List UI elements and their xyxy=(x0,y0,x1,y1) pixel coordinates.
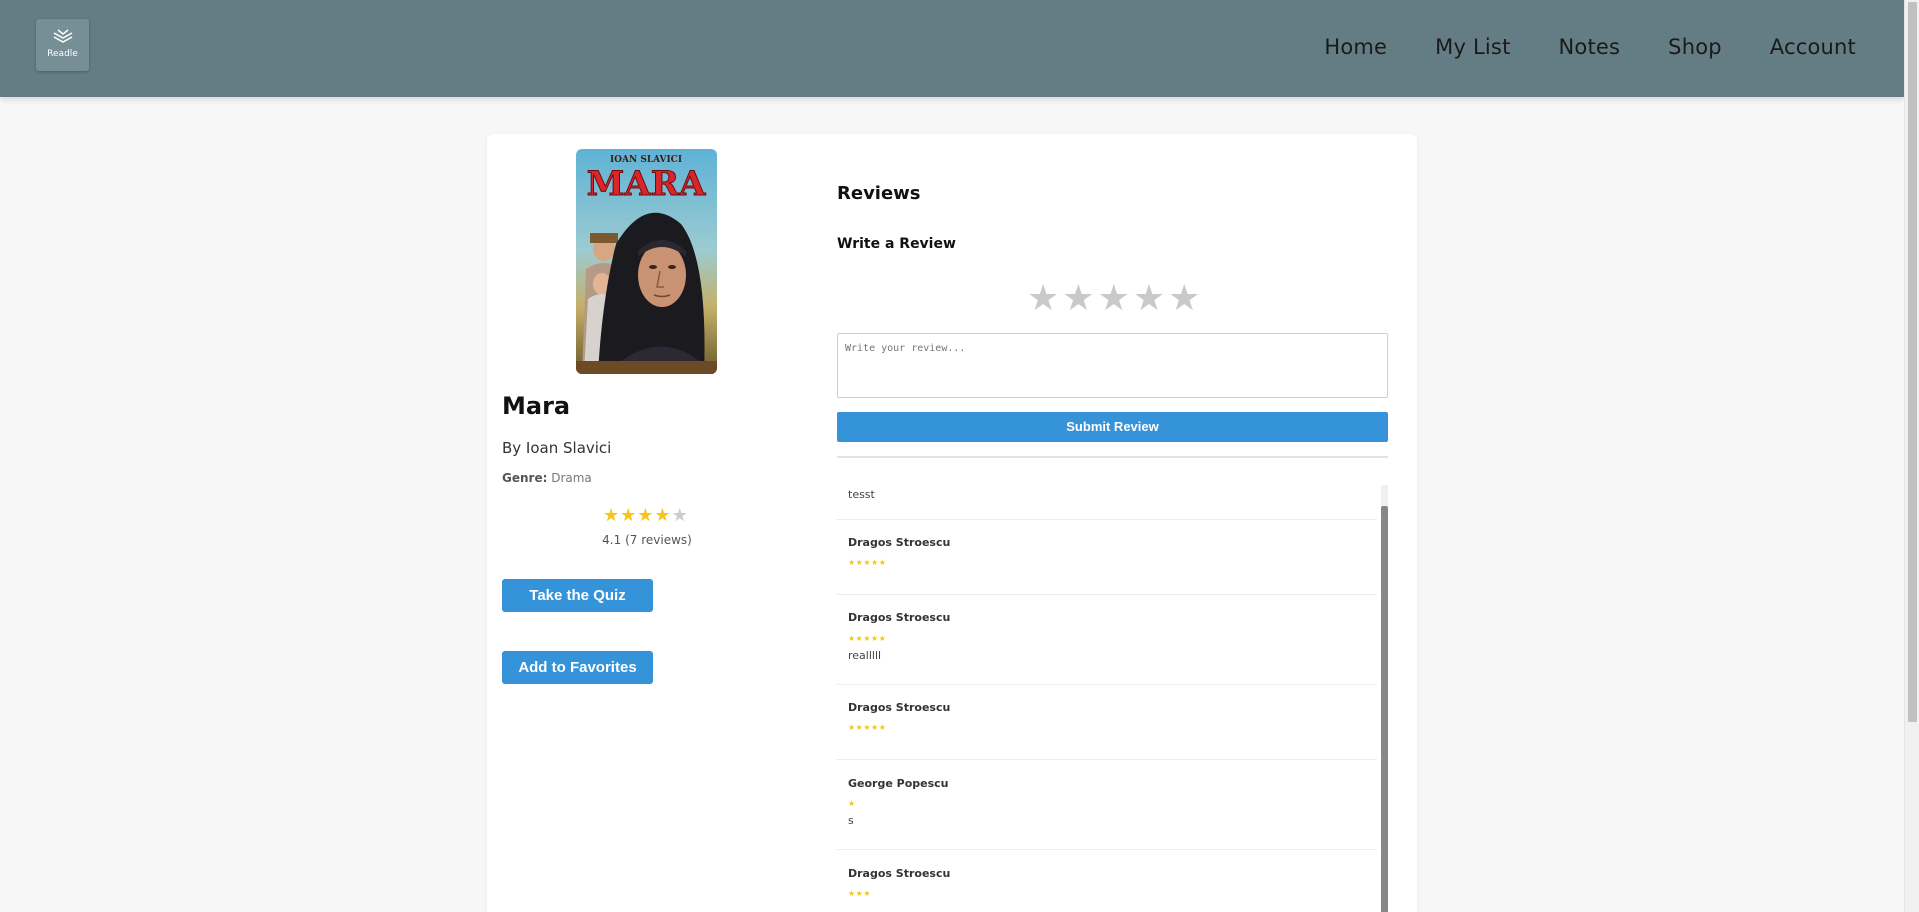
average-rating-stars: ★★★★★ xyxy=(603,505,689,526)
rating-summary: 4.1 (7 reviews) xyxy=(602,533,692,547)
reviews-scrollbar-thumb[interactable] xyxy=(1381,506,1388,912)
review-stars: ★★★ xyxy=(848,889,872,898)
nav-account[interactable]: Account xyxy=(1770,35,1856,59)
star-picker-5-icon[interactable]: ★ xyxy=(1168,278,1203,319)
top-navigation-bar: Readle Home My List Notes Shop Account xyxy=(0,0,1904,97)
book-icon xyxy=(53,29,73,43)
nav-my-list[interactable]: My List xyxy=(1435,35,1510,59)
review-stars: ★★★★★ xyxy=(848,723,887,732)
review-text: realllll xyxy=(848,649,882,662)
star-icon: ★ xyxy=(603,505,621,526)
review-textarea[interactable] xyxy=(837,333,1388,398)
logo-text: Readle xyxy=(47,49,78,59)
reviews-scrollbar[interactable] xyxy=(1381,485,1388,912)
star-picker-3-icon[interactable]: ★ xyxy=(1098,278,1133,319)
reviewer-name: Dragos Stroescu xyxy=(848,867,951,880)
star-picker-1-icon[interactable]: ★ xyxy=(1027,278,1062,319)
book-title: Mara xyxy=(502,392,571,420)
review-text: s xyxy=(848,814,854,827)
reviewer-name: Dragos Stroescu xyxy=(848,701,951,714)
review-item: Dragos Stroescu ★★★ xyxy=(837,850,1377,912)
divider xyxy=(837,456,1388,458)
review-stars: ★★★★★ xyxy=(848,558,887,567)
book-detail-card: IOAN SLAVICI MARA Mara By Ioan Slavici G… xyxy=(487,134,1417,912)
page-scrollbar-thumb[interactable] xyxy=(1908,2,1917,722)
rating-picker: ★★★★★ xyxy=(1027,278,1203,319)
main-nav: Home My List Notes Shop Account xyxy=(1324,35,1856,59)
nav-home[interactable]: Home xyxy=(1324,35,1387,59)
reviewer-name: George Popescu xyxy=(848,777,949,790)
review-item: Dragos Stroescu ★★★★★ realllll xyxy=(837,595,1377,685)
readle-logo[interactable]: Readle xyxy=(36,19,89,71)
reviewer-name: Dragos Stroescu xyxy=(848,611,951,624)
star-picker-4-icon[interactable]: ★ xyxy=(1133,278,1168,319)
add-to-favorites-button[interactable]: Add to Favorites xyxy=(502,651,653,684)
genre-label: Genre: xyxy=(502,471,548,485)
star-icon: ★ xyxy=(671,505,689,526)
review-item: Dragos Stroescu ★★★★★ xyxy=(837,520,1377,595)
page-scrollbar[interactable] xyxy=(1904,0,1919,912)
genre-value: Drama xyxy=(551,471,592,485)
review-item: George Popescu ★ s xyxy=(837,760,1377,850)
write-review-heading: Write a Review xyxy=(837,236,956,252)
review-stars: ★★★★★ xyxy=(848,634,887,643)
star-picker-2-icon[interactable]: ★ xyxy=(1062,278,1097,319)
reviews-list[interactable]: tesst Dragos Stroescu ★★★★★ Dragos Stroe… xyxy=(837,478,1388,912)
star-icon: ★ xyxy=(654,505,672,526)
submit-review-button[interactable]: Submit Review xyxy=(837,412,1388,442)
star-icon: ★ xyxy=(637,505,655,526)
take-quiz-button[interactable]: Take the Quiz xyxy=(502,579,653,612)
review-item: tesst xyxy=(837,478,1377,520)
star-icon: ★ xyxy=(620,505,638,526)
nav-notes[interactable]: Notes xyxy=(1559,35,1621,59)
book-author: By Ioan Slavici xyxy=(502,439,612,457)
reviews-heading: Reviews xyxy=(837,183,921,204)
book-cover-image: IOAN SLAVICI MARA xyxy=(576,149,717,374)
nav-shop[interactable]: Shop xyxy=(1668,35,1722,59)
review-item: Dragos Stroescu ★★★★★ xyxy=(837,685,1377,760)
review-stars: ★ xyxy=(848,799,856,808)
review-text: tesst xyxy=(848,488,875,501)
book-genre: Genre: Drama xyxy=(502,471,592,485)
reviewer-name: Dragos Stroescu xyxy=(848,536,951,549)
cover-title-text: MARA xyxy=(587,164,706,204)
